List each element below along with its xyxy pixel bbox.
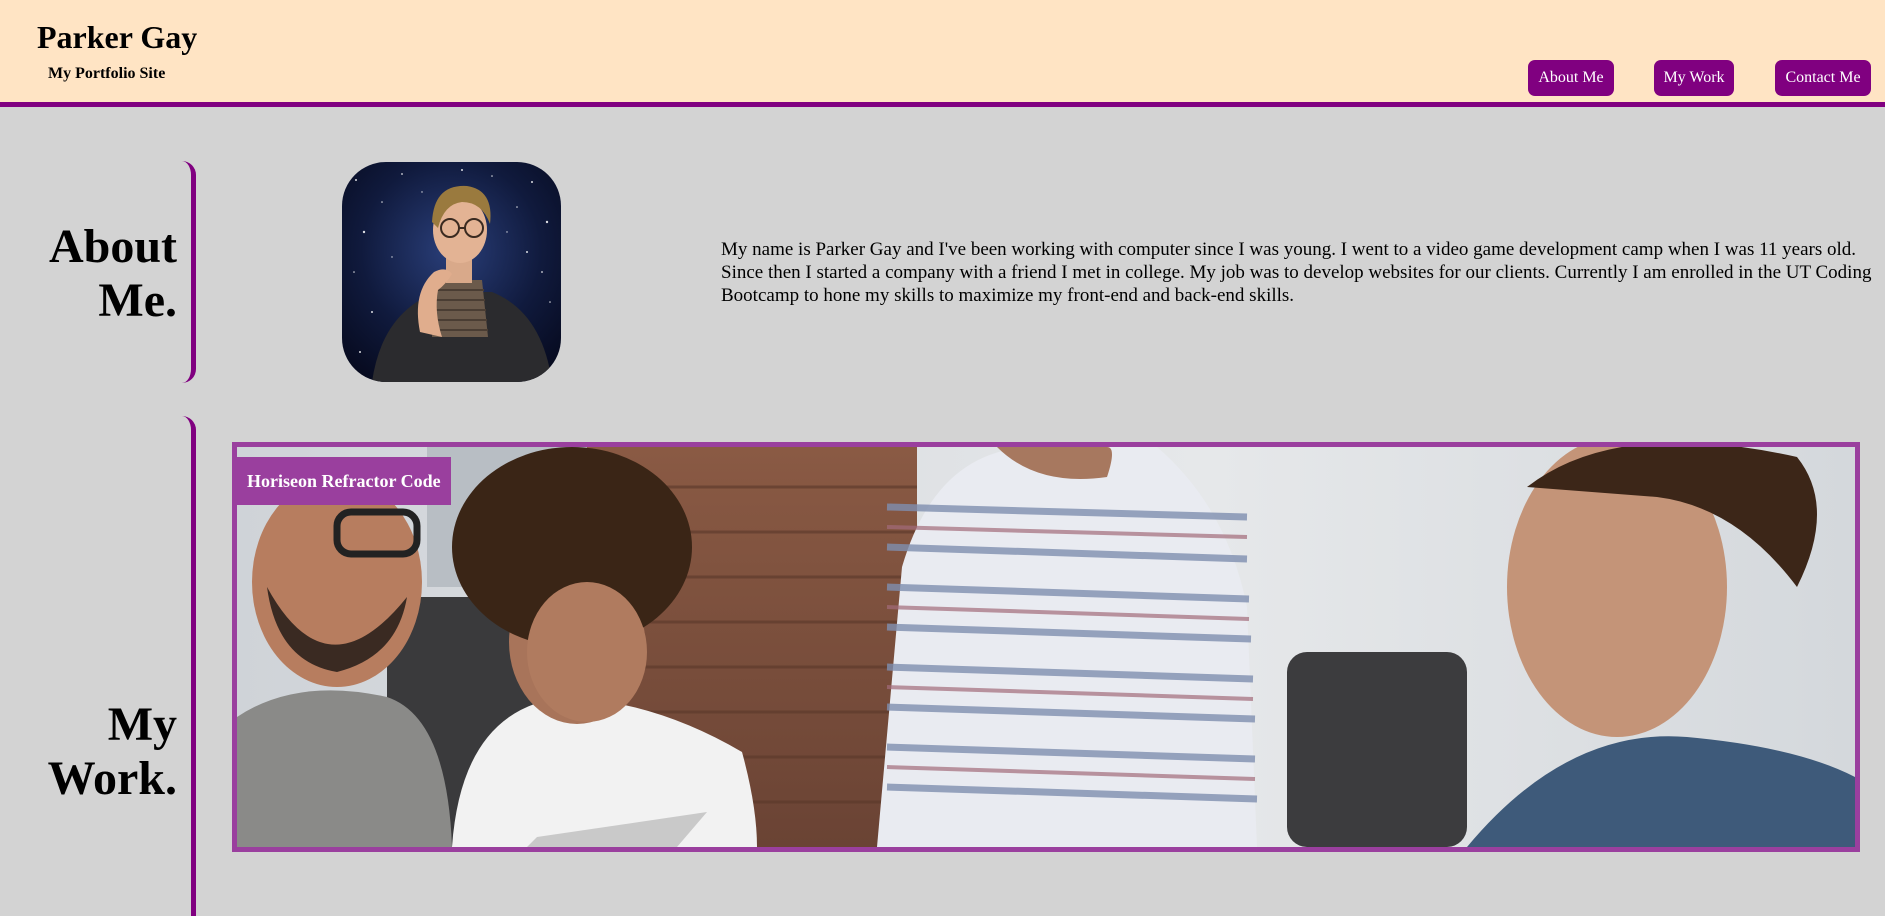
site-title: Parker Gay [37,19,198,55]
about-heading-line2: Me. [98,274,177,327]
about-bio-text: My name is Parker Gay and I've been work… [721,239,1872,306]
work-heading-line2: Work. [47,752,177,805]
project-card-horiseon[interactable]: Horiseon Refractor Code [232,442,1860,852]
about-heading: About Me. [49,220,177,328]
project-photo [237,447,1855,847]
work-heading-line1: My [107,698,177,751]
site-subtitle: My Portfolio Site [48,65,166,82]
about-bracket-divider [182,161,196,383]
nav-my-work-button[interactable]: My Work [1654,60,1734,96]
profile-photo [342,162,561,382]
about-heading-line1: About [48,220,177,273]
site-header: Parker Gay My Portfolio Site About Me My… [0,0,1885,107]
work-heading: My Work. [48,698,177,806]
nav-about-me-button[interactable]: About Me [1528,60,1614,96]
nav-contact-me-button[interactable]: Contact Me [1775,60,1871,96]
project-title-label: Horiseon Refractor Code [237,457,451,505]
work-bracket-divider [182,416,196,916]
